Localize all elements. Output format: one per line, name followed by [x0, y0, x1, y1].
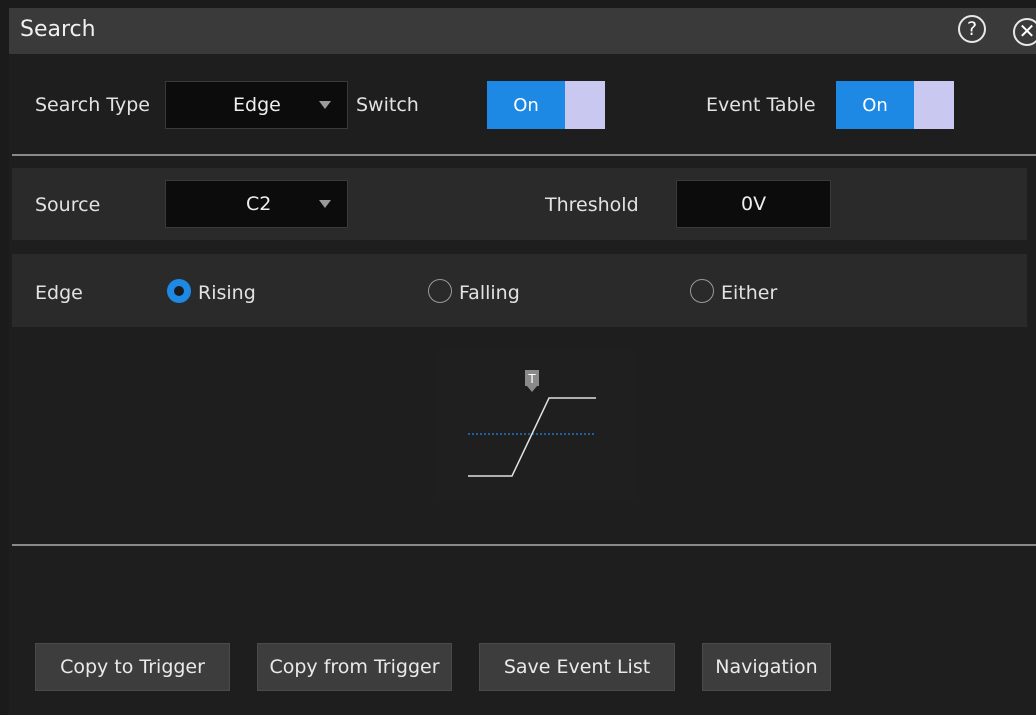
event-table-toggle[interactable]: On [836, 81, 954, 129]
source-value: C2 [246, 193, 272, 215]
event-table-knob [914, 81, 954, 129]
help-icon[interactable]: ? [958, 15, 986, 43]
edge-option-label: Falling [459, 282, 520, 304]
dialog-title: Search [20, 17, 96, 42]
search-type-label: Search Type [35, 94, 150, 116]
bottom-divider [12, 544, 1036, 546]
chevron-down-icon [319, 200, 331, 208]
edge-label: Edge [35, 282, 83, 304]
navigation-button[interactable]: Navigation [702, 643, 831, 691]
title-bar: Search ? ✕ [9, 8, 1036, 54]
threshold-value: 0V [741, 193, 767, 215]
save-event-list-button[interactable]: Save Event List [479, 643, 675, 691]
switch-label: Switch [356, 94, 419, 116]
copy-from-trigger-button[interactable]: Copy from Trigger [257, 643, 452, 691]
switch-toggle[interactable]: On [487, 81, 605, 129]
search-type-value: Edge [233, 94, 281, 116]
edge-option-label: Rising [198, 282, 256, 304]
chevron-down-icon [319, 101, 331, 109]
source-dropdown[interactable]: C2 [165, 180, 348, 228]
close-icon[interactable]: ✕ [1013, 18, 1036, 46]
source-label: Source [35, 194, 101, 216]
event-table-on-label: On [836, 81, 914, 129]
threshold-label: Threshold [545, 194, 639, 216]
edge-option-label: Either [721, 282, 778, 304]
threshold-input[interactable]: 0V [676, 180, 831, 228]
copy-to-trigger-button[interactable]: Copy to Trigger [35, 643, 230, 691]
trigger-marker-label: T [527, 372, 536, 386]
switch-knob [565, 81, 605, 129]
search-type-dropdown[interactable]: Edge [165, 81, 348, 129]
radio-selected-icon [167, 279, 191, 303]
rising-edge-diagram: T [436, 350, 636, 500]
event-table-label: Event Table [706, 94, 816, 116]
radio-unselected-icon [428, 279, 452, 303]
switch-on-label: On [487, 81, 565, 129]
section-divider [12, 154, 1036, 156]
radio-unselected-icon [690, 279, 714, 303]
